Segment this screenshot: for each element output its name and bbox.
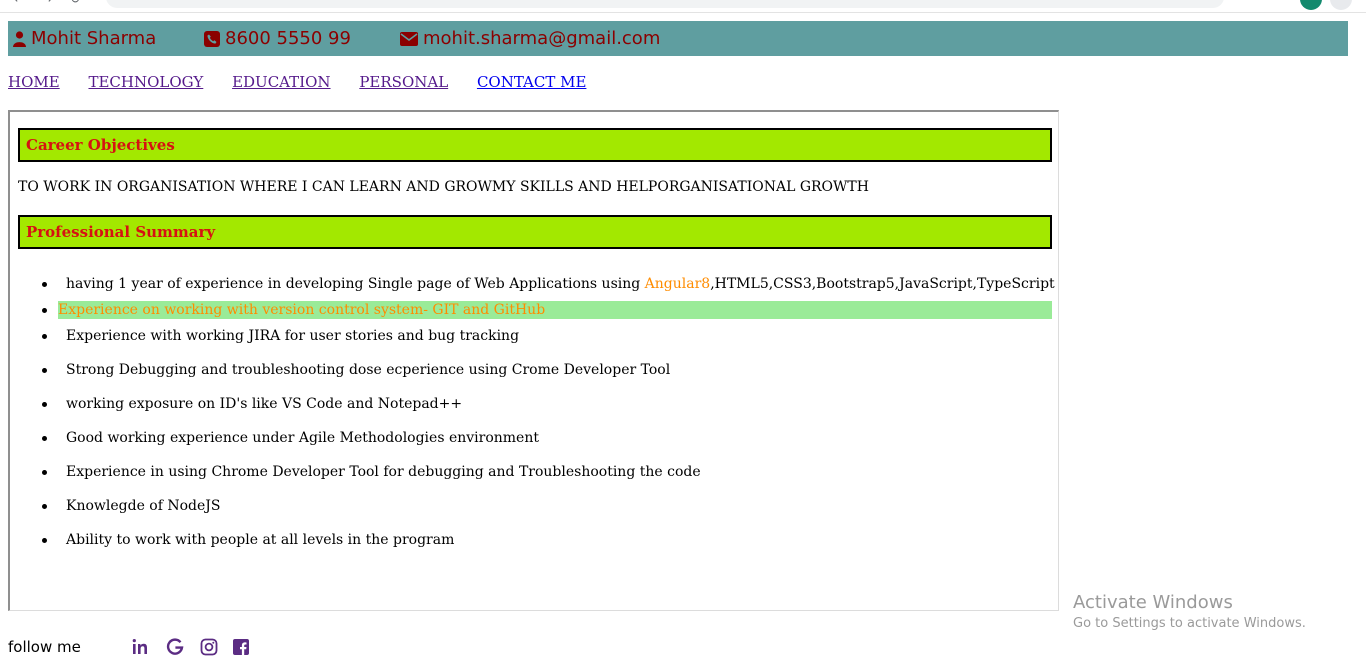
list-item: Experience in using Chrome Developer Too… — [10, 462, 1054, 482]
bullet — [42, 470, 47, 475]
summary-text: Strong Debugging and troubleshooting dos… — [66, 362, 671, 378]
bullet — [42, 308, 47, 313]
watermark-subtitle: Go to Settings to activate Windows. — [1073, 616, 1306, 631]
nav-education[interactable]: EDUCATION — [232, 73, 330, 91]
resume-panel: Career Objectives TO WORK IN ORGANISATIO… — [8, 110, 1059, 611]
browser-nav-icons[interactable]: ←→↻ — [14, 0, 98, 6]
envelope-icon — [400, 31, 418, 46]
list-item: Knowlegde of NodeJS — [10, 496, 1054, 516]
bullet — [42, 402, 47, 407]
nav-personal[interactable]: PERSONAL — [359, 73, 448, 91]
summary-text: Experience with working JIRA for user st… — [66, 328, 520, 344]
summary-text: Good working experience under Agile Meth… — [66, 430, 539, 446]
bullet — [42, 436, 47, 441]
bullet — [42, 368, 47, 373]
list-item: Ability to work with people at all level… — [10, 530, 1054, 550]
header-email: mohit.sharma@gmail.com — [400, 28, 660, 49]
user-icon — [13, 30, 26, 47]
phone-icon — [204, 30, 220, 47]
browser-chrome: ←→↻ — [0, 0, 1366, 13]
nav-technology[interactable]: TECHNOLOGY — [88, 73, 203, 91]
google-icon[interactable] — [166, 638, 184, 656]
nav-home[interactable]: HOME — [8, 73, 60, 91]
address-bar[interactable] — [106, 0, 1224, 8]
bullet — [42, 282, 47, 287]
career-objectives-heading: Career Objectives — [18, 128, 1052, 162]
name-text: Mohit Sharma — [31, 28, 157, 49]
summary-text: Experience on working with version contr… — [58, 302, 546, 318]
list-item: Good working experience under Agile Meth… — [10, 428, 1054, 448]
watermark-title: Activate Windows — [1073, 592, 1233, 613]
summary-text: Experience in using Chrome Developer Too… — [66, 464, 701, 480]
bullet — [42, 504, 47, 509]
list-item: Experience with working JIRA for user st… — [10, 326, 1054, 346]
profile-avatar[interactable] — [1300, 0, 1322, 10]
instagram-icon[interactable] — [200, 638, 218, 656]
contact-header-bar: Mohit Sharma 8600 5550 99 mohit.sharma@g… — [8, 21, 1348, 56]
summary-text: Knowlegde of NodeJS — [66, 498, 221, 514]
list-item: Strong Debugging and troubleshooting dos… — [10, 360, 1054, 380]
nav-contact-me[interactable]: CONTACT ME — [477, 73, 586, 91]
list-item: working exposure on ID's like VS Code an… — [10, 394, 1054, 414]
phone-text: 8600 5550 99 — [225, 28, 351, 49]
summary-text: Ability to work with people at all level… — [66, 532, 455, 548]
linkedin-icon[interactable] — [132, 638, 150, 656]
summary-text: working exposure on ID's like VS Code an… — [66, 396, 463, 412]
activate-windows-watermark: Activate Windows Go to Settings to activ… — [1073, 592, 1306, 631]
list-item: having 1 year of experience in developin… — [10, 274, 1055, 294]
header-phone: 8600 5550 99 — [204, 28, 351, 49]
summary-text: having 1 year of experience in developin… — [66, 276, 645, 292]
summary-text-tech: ,HTML5,CSS3,Bootstrap5,JavaScript,TypeSc… — [710, 276, 1055, 292]
bullet — [42, 334, 47, 339]
menu-icon[interactable] — [1330, 0, 1352, 10]
career-objective-text: TO WORK IN ORGANISATION WHERE I CAN LEAR… — [18, 179, 869, 195]
professional-summary-heading: Professional Summary — [18, 215, 1052, 249]
follow-me-label: follow me — [8, 638, 81, 656]
angular-highlight: Angular8 — [644, 276, 711, 292]
facebook-icon[interactable] — [232, 638, 250, 656]
list-item-highlighted: Experience on working with version contr… — [10, 300, 1054, 320]
header-name: Mohit Sharma — [13, 28, 156, 49]
bullet — [42, 538, 47, 543]
email-text: mohit.sharma@gmail.com — [423, 28, 661, 49]
main-nav: HOME TECHNOLOGY EDUCATION PERSONAL CONTA… — [8, 73, 610, 91]
